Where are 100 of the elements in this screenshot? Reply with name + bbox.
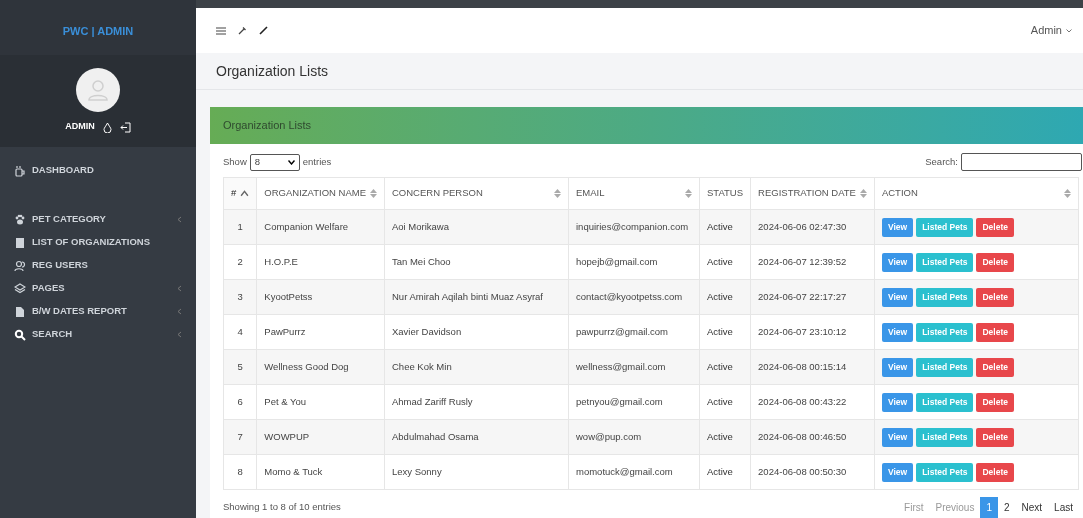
- column-header[interactable]: #: [223, 177, 257, 210]
- table-cell: 2024-06-08 00:15:14: [750, 349, 875, 385]
- table-cell: PawPurrz: [256, 314, 385, 350]
- chevron-left-icon: [177, 216, 182, 223]
- brand-title[interactable]: PWC | ADMIN: [62, 23, 134, 40]
- table-cell: wellness@gmail.com: [568, 349, 700, 385]
- table-cell: Xavier Davidson: [384, 314, 569, 350]
- view-button[interactable]: View: [881, 427, 914, 447]
- view-button[interactable]: View: [881, 392, 914, 412]
- table-cell: Nur Amirah Aqilah binti Muaz Asyraf: [384, 279, 569, 315]
- chevron-left-icon: [177, 308, 182, 315]
- table-cell: H.O.P.E: [256, 244, 385, 280]
- sort-icon: [859, 189, 867, 198]
- sort-icon: [554, 189, 561, 198]
- chevron-left-icon: [177, 331, 182, 338]
- sidebar-item[interactable]: PET CATEGORY: [0, 208, 196, 231]
- menu-icon[interactable]: [216, 26, 226, 35]
- table-cell: Pet & You: [256, 384, 385, 420]
- table-cell: 2024-06-07 22:17:27: [750, 279, 875, 315]
- status-cell: Active: [699, 209, 751, 245]
- delete-button[interactable]: Delete: [976, 287, 1014, 307]
- table-cell: Lexy Sonny: [384, 454, 569, 490]
- delete-button[interactable]: Delete: [976, 357, 1014, 377]
- listed-pets-button[interactable]: Listed Pets: [916, 322, 974, 342]
- table-cell: inquiries@companion.com: [568, 209, 700, 245]
- listed-pets-button[interactable]: Listed Pets: [916, 287, 974, 307]
- table-cell: 2024-06-08 00:43:22: [750, 384, 875, 420]
- table-cell: Abdulmahad Osama: [384, 419, 569, 455]
- user-menu[interactable]: Admin: [1030, 22, 1072, 39]
- column-header[interactable]: ORGANIZATION NAME: [256, 177, 385, 210]
- table-info: Showing 1 to 8 of 10 entries: [223, 500, 341, 515]
- view-button[interactable]: View: [881, 322, 914, 342]
- page-title: Organization Lists: [216, 61, 329, 81]
- table-cell: Momo & Tuck: [256, 454, 385, 490]
- status-cell: Active: [699, 314, 751, 350]
- table-cell: 2024-06-07 12:39:52: [750, 244, 875, 280]
- sidebar-item[interactable]: SEARCH: [0, 323, 196, 346]
- table-cell: 6: [223, 384, 257, 420]
- view-button[interactable]: View: [881, 357, 914, 377]
- wrench-icon[interactable]: [238, 26, 247, 36]
- search-field[interactable]: [961, 153, 1082, 171]
- delete-button[interactable]: Delete: [976, 427, 1014, 447]
- view-button[interactable]: View: [881, 217, 914, 237]
- pagination-button[interactable]: 2: [997, 497, 1016, 518]
- chevron-left-icon: [177, 285, 182, 292]
- listed-pets-button[interactable]: Listed Pets: [916, 217, 974, 237]
- sidebar-item[interactable]: PAGES: [0, 277, 196, 300]
- table-cell: Wellness Good Dog: [256, 349, 385, 385]
- status-cell: Active: [699, 349, 751, 385]
- table-cell: Tan Mei Choo: [384, 244, 569, 280]
- droplet-icon[interactable]: [102, 121, 112, 133]
- paw-icon: [14, 213, 26, 226]
- table-cell: 8: [223, 454, 257, 490]
- table-cell: Aoi Morikawa: [384, 209, 569, 245]
- column-header[interactable]: REGISTRATION DATE: [750, 177, 875, 210]
- table-cell: contact@kyootpetss.com: [568, 279, 700, 315]
- user-name: ADMIN: [65, 120, 95, 134]
- listed-pets-button[interactable]: Listed Pets: [916, 462, 974, 482]
- sidebar-item[interactable]: LIST OF ORGANIZATIONS: [0, 231, 196, 254]
- layers-icon: [14, 282, 26, 295]
- users-icon: [14, 259, 26, 272]
- table-cell: 3: [223, 279, 257, 315]
- delete-button[interactable]: Delete: [976, 462, 1014, 482]
- table-cell: 2024-06-08 00:50:30: [750, 454, 875, 490]
- table-cell: 2024-06-08 00:46:50: [750, 419, 875, 455]
- table-cell: petnyou@gmail.com: [568, 384, 700, 420]
- pagination-button[interactable]: Last: [1048, 497, 1079, 518]
- entries-label: entries: [302, 154, 332, 169]
- search-icon: [14, 328, 26, 341]
- column-header[interactable]: ACTION: [874, 177, 1079, 210]
- sidebar-item[interactable]: DASHBOARD: [0, 159, 196, 182]
- pagination-button[interactable]: 1: [980, 497, 998, 518]
- listed-pets-button[interactable]: Listed Pets: [916, 252, 974, 272]
- caret-down-icon: [1066, 28, 1072, 33]
- listed-pets-button[interactable]: Listed Pets: [916, 427, 974, 447]
- table-cell: Companion Welfare: [256, 209, 385, 245]
- status-cell: Active: [699, 419, 751, 455]
- table-cell: wow@pup.com: [568, 419, 700, 455]
- logout-icon[interactable]: [119, 121, 131, 133]
- listed-pets-button[interactable]: Listed Pets: [916, 357, 974, 377]
- show-label: Show: [223, 154, 247, 169]
- delete-button[interactable]: Delete: [976, 217, 1014, 237]
- sidebar-item[interactable]: REG USERS: [0, 254, 196, 277]
- view-button[interactable]: View: [881, 252, 914, 272]
- entries-select[interactable]: 8: [249, 153, 300, 171]
- view-button[interactable]: View: [881, 462, 914, 482]
- column-header[interactable]: EMAIL: [568, 177, 700, 210]
- table-cell: 2024-06-06 02:47:30: [750, 209, 875, 245]
- delete-button[interactable]: Delete: [976, 392, 1014, 412]
- listed-pets-button[interactable]: Listed Pets: [916, 392, 974, 412]
- sidebar-item[interactable]: B/W DATES REPORT: [0, 300, 196, 323]
- table-cell: hopejb@gmail.com: [568, 244, 700, 280]
- column-header[interactable]: CONCERN PERSON: [384, 177, 569, 210]
- pagination-button[interactable]: Next: [1015, 497, 1049, 518]
- delete-button[interactable]: Delete: [976, 322, 1014, 342]
- delete-button[interactable]: Delete: [976, 252, 1014, 272]
- status-cell: Active: [699, 279, 751, 315]
- view-button[interactable]: View: [881, 287, 914, 307]
- sort-icon: [685, 189, 692, 198]
- table-cell: 7: [223, 419, 257, 455]
